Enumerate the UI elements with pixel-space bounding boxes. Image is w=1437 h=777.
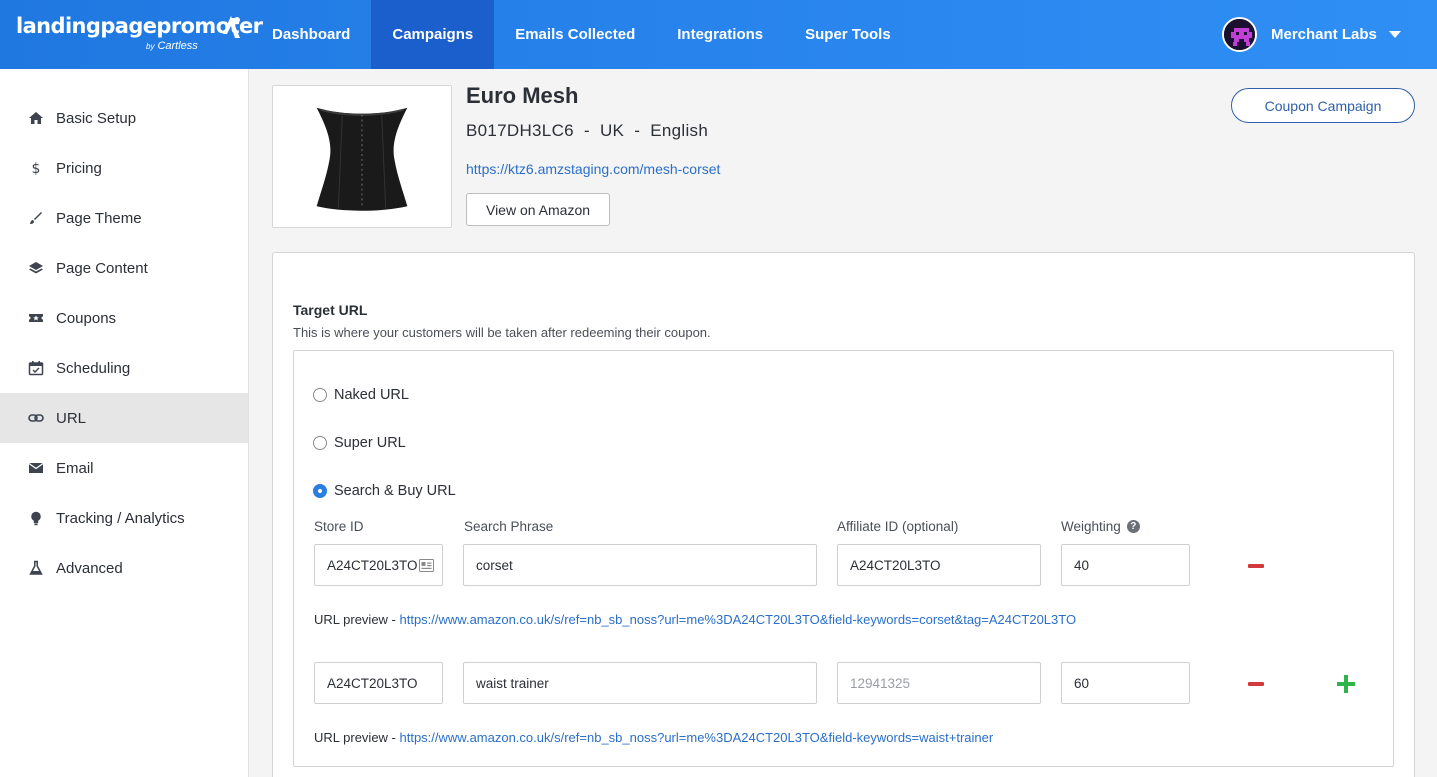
product-url-link[interactable]: https://ktz6.amzstaging.com/mesh-corset [466, 161, 720, 177]
search-phrase-label: Search Phrase [464, 519, 554, 534]
ticket-icon [28, 310, 44, 326]
sidebar-item-label: Pricing [56, 159, 102, 177]
sidebar-item-label: Tracking / Analytics [56, 509, 185, 527]
top-navigation-bar: landingpagepromoter by Cartless Dashboard… [0, 0, 1437, 69]
search-phrase-input-2[interactable]: waist trainer [463, 662, 817, 704]
sidebar-item-pricing[interactable]: $ Pricing [0, 143, 248, 193]
radio-button[interactable] [313, 388, 327, 402]
sidebar-item-label: Coupons [56, 309, 117, 327]
chevron-down-icon [1388, 31, 1401, 38]
coupon-campaign-button[interactable]: Coupon Campaign [1231, 88, 1415, 123]
avatar [1222, 17, 1257, 52]
sidebar-item-tracking-analytics[interactable]: Tracking / Analytics [0, 493, 248, 543]
weighting-input-1[interactable]: 40 [1061, 544, 1190, 586]
sidebar-item-page-content[interactable]: Page Content [0, 243, 248, 293]
nav-emails-collected[interactable]: Emails Collected [494, 0, 656, 69]
main-nav: Dashboard Campaigns Emails Collected Int… [251, 0, 912, 69]
brand-mark-icon [223, 16, 240, 38]
weighting-input-2[interactable]: 60 [1061, 662, 1190, 704]
sidebar-item-coupons[interactable]: Coupons [0, 293, 248, 343]
remove-row-button-1[interactable] [1248, 564, 1264, 568]
product-meta: B017DH3LC6 - UK - English [466, 121, 709, 140]
radio-super-url[interactable]: Super URL [313, 435, 406, 451]
envelope-icon [28, 460, 44, 476]
radio-button[interactable] [313, 436, 327, 450]
radio-button-selected[interactable] [313, 484, 327, 498]
radio-label: Search & Buy URL [334, 483, 456, 499]
sidebar-item-label: Page Theme [56, 209, 142, 227]
nav-integrations[interactable]: Integrations [656, 0, 784, 69]
account-name: Merchant Labs [1271, 26, 1377, 43]
svg-text:$: $ [32, 161, 41, 176]
store-id-input-1[interactable]: A24CT20L3TO [314, 544, 443, 586]
dollar-icon: $ [28, 160, 44, 176]
radio-naked-url[interactable]: Naked URL [313, 387, 409, 403]
sidebar-item-page-theme[interactable]: Page Theme [0, 193, 248, 243]
affiliate-id-input-2[interactable]: 12941325 [837, 662, 1041, 704]
weighting-label: Weighting? [1061, 519, 1140, 534]
search-phrase-input-1[interactable]: corset [463, 544, 817, 586]
layers-icon [28, 260, 44, 276]
store-id-label: Store ID [314, 519, 364, 534]
radio-label: Super URL [334, 435, 406, 451]
product-image [272, 85, 452, 228]
url-preview-2: URL preview - https://www.amazon.co.uk/s… [314, 730, 994, 745]
account-menu[interactable]: Merchant Labs [1222, 0, 1437, 69]
sidebar: Basic Setup $ Pricing Page Theme Page Co… [0, 69, 249, 777]
nav-dashboard[interactable]: Dashboard [251, 0, 371, 69]
target-url-title: Target URL [293, 302, 368, 318]
help-icon[interactable]: ? [1126, 520, 1140, 533]
brand-sub: by Cartless [146, 40, 198, 52]
link-icon [28, 410, 44, 426]
store-id-input-2[interactable]: A24CT20L3TO [314, 662, 443, 704]
sidebar-item-label: Page Content [56, 259, 148, 277]
sidebar-item-advanced[interactable]: Advanced [0, 543, 248, 593]
flask-icon [28, 560, 44, 576]
lightbulb-icon [28, 510, 44, 526]
brand-logo[interactable]: landingpagepromoter by Cartless [16, 14, 263, 58]
nav-super-tools[interactable]: Super Tools [784, 0, 912, 69]
calendar-icon [28, 360, 44, 376]
space-invader-icon [1224, 19, 1255, 50]
sidebar-item-basic-setup[interactable]: Basic Setup [0, 93, 248, 143]
url-preview-link-1[interactable]: https://www.amazon.co.uk/s/ref=nb_sb_nos… [399, 612, 1076, 627]
brush-icon [28, 210, 44, 226]
sidebar-item-url[interactable]: URL [0, 393, 248, 443]
nav-campaigns[interactable]: Campaigns [371, 0, 495, 69]
product-title: Euro Mesh [466, 83, 579, 108]
sidebar-item-label: Scheduling [56, 359, 131, 377]
contact-card-icon[interactable] [419, 559, 434, 572]
sidebar-item-label: Basic Setup [56, 109, 137, 127]
url-preview-link-2[interactable]: https://www.amazon.co.uk/s/ref=nb_sb_nos… [399, 730, 993, 745]
sidebar-item-email[interactable]: Email [0, 443, 248, 493]
sidebar-item-scheduling[interactable]: Scheduling [0, 343, 248, 393]
target-url-description: This is where your customers will be tak… [293, 325, 711, 340]
sidebar-item-label: URL [56, 409, 87, 427]
view-on-amazon-button[interactable]: View on Amazon [466, 193, 610, 226]
add-row-button[interactable] [1337, 675, 1355, 693]
remove-row-button-2[interactable] [1248, 682, 1264, 686]
home-icon [28, 110, 44, 126]
sidebar-item-label: Email [56, 459, 94, 477]
radio-search-buy-url[interactable]: Search & Buy URL [313, 483, 456, 499]
url-preview-1: URL preview - https://www.amazon.co.uk/s… [314, 612, 1077, 627]
corset-image [316, 107, 408, 211]
radio-label: Naked URL [334, 387, 409, 403]
sidebar-item-label: Advanced [56, 559, 123, 577]
affiliate-id-input-1[interactable]: A24CT20L3TO [837, 544, 1041, 586]
affiliate-id-label: Affiliate ID (optional) [837, 519, 959, 534]
